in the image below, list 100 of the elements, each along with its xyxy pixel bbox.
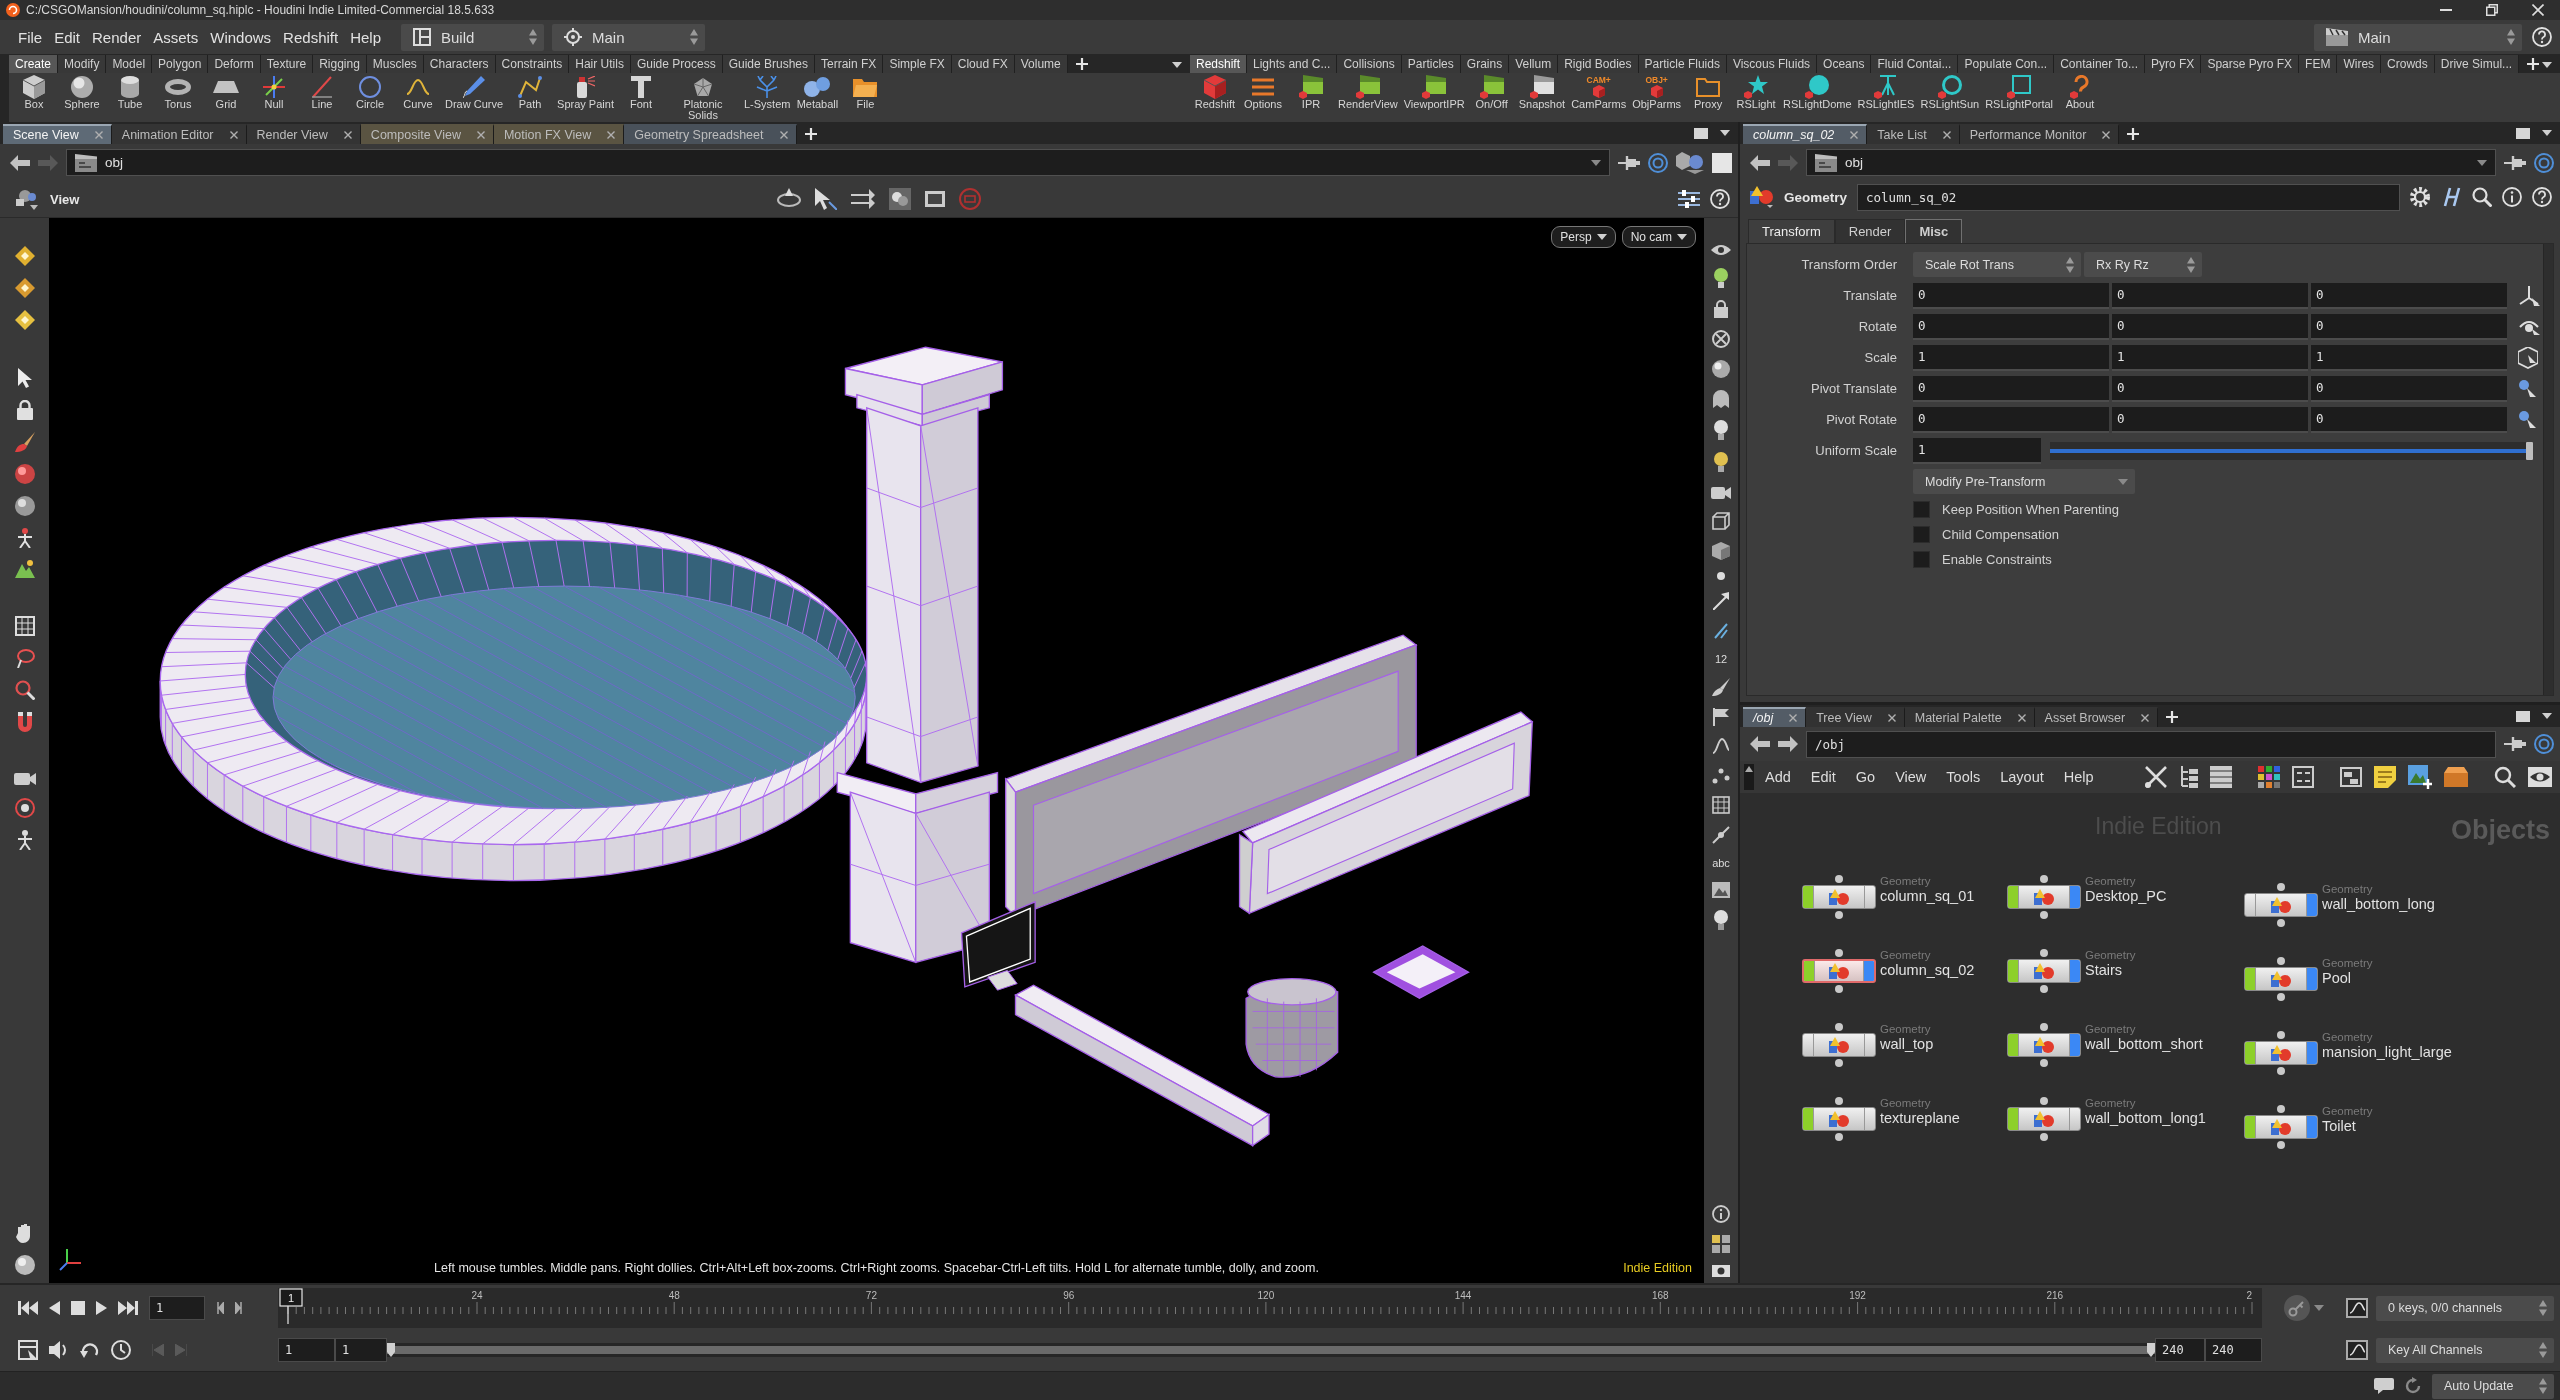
help-icon[interactable] xyxy=(1710,189,1730,209)
shelf-tool[interactable]: Tube xyxy=(107,75,153,110)
caret-icon[interactable] xyxy=(2542,130,2552,136)
pane-tab[interactable]: Performance Monitor xyxy=(1959,124,2120,144)
number-field[interactable]: 0 xyxy=(2112,282,2308,309)
caret-icon[interactable] xyxy=(1172,62,1182,68)
shelf-tab[interactable]: Guide Process xyxy=(630,55,723,73)
geometry-icon[interactable] xyxy=(1750,186,1774,208)
frame-field[interactable]: 1 xyxy=(149,1296,205,1320)
collapse-icon[interactable] xyxy=(1744,764,1754,790)
add-tab-icon[interactable] xyxy=(2527,58,2540,70)
shelf-tab[interactable]: Guide Brushes xyxy=(722,55,815,73)
node-name-label[interactable]: wall_bottom_long xyxy=(2322,896,2435,913)
shelf-tab[interactable]: Sparse Pyro FX xyxy=(2201,55,2300,73)
add-tab-icon[interactable] xyxy=(2166,711,2179,723)
output-port[interactable] xyxy=(2040,911,2048,919)
target-icon[interactable] xyxy=(1648,152,1668,173)
audio-icon[interactable] xyxy=(49,1340,69,1360)
shelf-tab[interactable]: FEM xyxy=(2299,55,2338,73)
shelf-tool[interactable]: RSLightSun xyxy=(1918,75,1982,110)
close-icon[interactable] xyxy=(2532,4,2544,16)
brush-icon[interactable] xyxy=(14,432,35,452)
caret-icon[interactable] xyxy=(2542,713,2552,719)
translate-handle-icon[interactable] xyxy=(2518,285,2540,306)
pin-icon[interactable] xyxy=(1618,154,1640,171)
output-port[interactable] xyxy=(1835,1059,1843,1067)
crossed-tools-icon[interactable] xyxy=(2144,765,2168,789)
grid-icon[interactable] xyxy=(2292,766,2314,788)
info-icon[interactable] xyxy=(2502,187,2522,207)
lock-icon[interactable] xyxy=(16,400,33,420)
shelf-tool[interactable]: RSLightPortal xyxy=(1983,75,2056,110)
pane-tab[interactable]: /obj xyxy=(1743,707,1807,727)
sphere-icon[interactable] xyxy=(14,464,35,484)
pane-tab[interactable]: Geometry Spreadsheet xyxy=(624,124,797,144)
number-field[interactable]: 0 xyxy=(1913,375,2109,402)
shelf-tool[interactable]: L-System xyxy=(741,75,793,110)
input-port[interactable] xyxy=(2040,875,2048,883)
lightbulb-icon[interactable] xyxy=(1714,452,1728,472)
diamond-icon[interactable] xyxy=(14,310,35,330)
menu-item[interactable]: Redshift xyxy=(277,28,345,46)
node-name-label[interactable]: wall_bottom_long1 xyxy=(2085,1110,2206,1127)
magnifier-icon[interactable] xyxy=(14,680,35,700)
slider-track[interactable] xyxy=(2050,441,2533,460)
shelf-tab[interactable]: Terrain FX xyxy=(815,55,884,73)
shelf-tool[interactable]: RSLightIES xyxy=(1855,75,1917,110)
node-name-label[interactable]: column_sq_01 xyxy=(1880,888,1975,905)
maximize-icon[interactable] xyxy=(2516,710,2530,722)
output-port[interactable] xyxy=(2040,1133,2048,1141)
number-field[interactable]: 0 xyxy=(2112,313,2308,340)
input-port[interactable] xyxy=(1835,875,1843,883)
menu-item[interactable]: Layout xyxy=(1991,769,2053,785)
menu-item[interactable]: Edit xyxy=(1801,769,1845,785)
curve-icon[interactable] xyxy=(1712,738,1730,754)
shelf-tool[interactable]: Grid xyxy=(203,75,249,110)
camera-icon[interactable] xyxy=(13,770,36,786)
cursor-icon[interactable] xyxy=(814,188,837,210)
caret-icon[interactable] xyxy=(1591,159,1601,166)
line-dot-icon[interactable] xyxy=(1712,826,1730,844)
arrow-cursor-icon[interactable] xyxy=(17,368,32,388)
frame-field[interactable]: 240 xyxy=(2155,1338,2205,1362)
menu-item[interactable]: View xyxy=(1886,769,1936,785)
number-field[interactable]: 0 xyxy=(2311,313,2507,340)
shapes-icon[interactable] xyxy=(16,188,40,210)
path-field[interactable]: /obj xyxy=(1806,730,2496,758)
frame-field[interactable]: 1 xyxy=(278,1338,335,1362)
shelf-tool[interactable]: Proxy xyxy=(1685,75,1732,110)
frame-icon[interactable] xyxy=(924,191,945,207)
output-port[interactable] xyxy=(2277,1067,2285,1075)
input-port[interactable] xyxy=(2277,883,2285,891)
shelf-tool[interactable]: Snapshot xyxy=(1516,75,1568,110)
pin-icon[interactable] xyxy=(2504,736,2526,752)
node-name-field[interactable]: column_sq_02 xyxy=(1857,183,2400,211)
checkbox[interactable] xyxy=(1913,551,1930,568)
shelf-tool[interactable]: Sphere xyxy=(59,75,105,110)
input-port[interactable] xyxy=(1835,1097,1843,1105)
forward-arrow-icon[interactable] xyxy=(1778,736,1798,752)
flag-icon[interactable] xyxy=(1713,708,1729,726)
input-port[interactable] xyxy=(2277,1105,2285,1113)
camera-menu[interactable]: Persp xyxy=(1551,226,1616,248)
shelf-tab[interactable]: Populate Con... xyxy=(1958,55,2055,73)
key-mode-dropdown[interactable]: Key All Channels xyxy=(2376,1337,2554,1363)
menu-item[interactable]: Render xyxy=(86,28,148,46)
shelf-tool[interactable]: Options xyxy=(1240,75,1286,110)
camera-select[interactable]: No cam xyxy=(1621,226,1696,248)
shelf-tab[interactable]: Redshift xyxy=(1190,55,1248,73)
shelf-tool[interactable]: Null xyxy=(251,75,297,110)
lightbulb-icon[interactable] xyxy=(1714,268,1728,288)
loop-icon[interactable] xyxy=(80,1341,100,1359)
graph-icon[interactable] xyxy=(2346,1298,2368,1318)
node-name-label[interactable]: Stairs xyxy=(2085,962,2136,979)
pivot-icon[interactable] xyxy=(2518,378,2536,399)
color-palette-icon[interactable] xyxy=(2258,766,2280,788)
maximize-icon[interactable] xyxy=(2516,127,2530,139)
input-port[interactable] xyxy=(2277,957,2285,965)
shelf-tab[interactable]: Container To... xyxy=(2054,55,2146,73)
shelf-tab[interactable]: Polygon xyxy=(152,55,209,73)
sphere-icon[interactable] xyxy=(14,496,35,516)
number-field[interactable]: 0 xyxy=(1913,313,2109,340)
shelf-tool[interactable]: Curve xyxy=(395,75,441,110)
shelf-tab[interactable]: Drive Simul... xyxy=(2434,55,2520,73)
